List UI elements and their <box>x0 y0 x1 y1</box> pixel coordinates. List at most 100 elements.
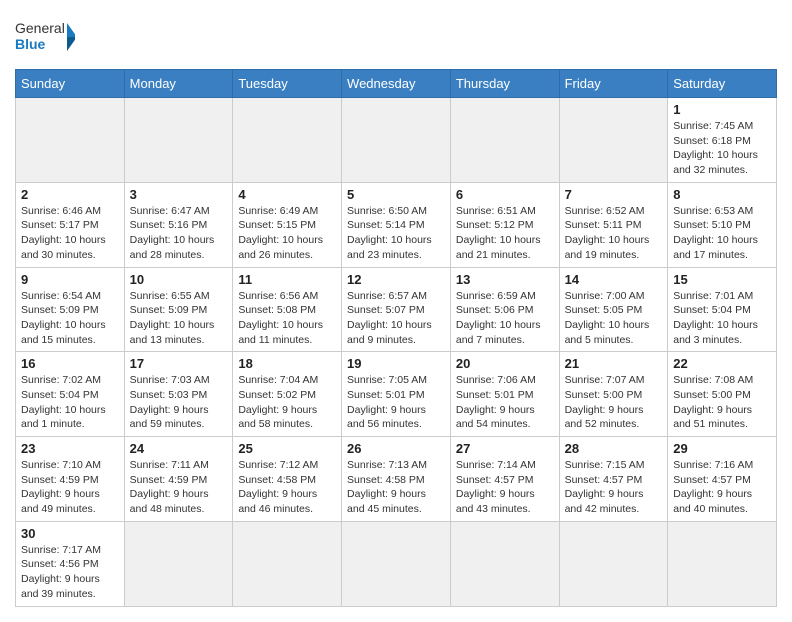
day-info: Sunrise: 6:59 AM Sunset: 5:06 PM Dayligh… <box>456 289 554 348</box>
svg-text:Blue: Blue <box>15 36 46 52</box>
day-info: Sunrise: 6:52 AM Sunset: 5:11 PM Dayligh… <box>565 204 663 263</box>
day-number: 13 <box>456 272 554 287</box>
calendar-cell: 24Sunrise: 7:11 AM Sunset: 4:59 PM Dayli… <box>124 437 233 522</box>
day-info: Sunrise: 7:08 AM Sunset: 5:00 PM Dayligh… <box>673 373 771 432</box>
calendar-cell: 5 Sunrise: 6:50 AM Sunset: 5:14 PM Daylig… <box>342 182 451 267</box>
calendar-cell: 14Sunrise: 7:00 AM Sunset: 5:05 PM Dayli… <box>559 267 668 352</box>
day-number: 12 <box>347 272 445 287</box>
calendar-cell: 29 Sunrise: 7:16 AM Sunset: 4:57 PM Dayli… <box>668 437 777 522</box>
day-info: Sunrise: 7:01 AM Sunset: 5:04 PM Dayligh… <box>673 289 771 348</box>
day-number: 15 <box>673 272 771 287</box>
day-number: 10 <box>130 272 228 287</box>
calendar-cell <box>233 98 342 183</box>
calendar-cell: 12 Sunrise: 6:57 AM Sunset: 5:07 PM Dayli… <box>342 267 451 352</box>
day-number: 22 <box>673 356 771 371</box>
day-number: 16 <box>21 356 119 371</box>
day-info: Sunrise: 7:00 AM Sunset: 5:05 PM Dayligh… <box>565 289 663 348</box>
calendar-cell: 3 Sunrise: 6:47 AM Sunset: 5:16 PM Daylig… <box>124 182 233 267</box>
calendar-cell: 1 Sunrise: 7:45 AM Sunset: 6:18 PM Daylig… <box>668 98 777 183</box>
day-info: Sunrise: 7:15 AM Sunset: 4:57 PM Dayligh… <box>565 458 663 517</box>
day-number: 1 <box>673 102 771 117</box>
calendar-cell: 22 Sunrise: 7:08 AM Sunset: 5:00 PM Dayli… <box>668 352 777 437</box>
day-info: Sunrise: 6:55 AM Sunset: 5:09 PM Dayligh… <box>130 289 228 348</box>
week-row-4: 16Sunrise: 7:02 AM Sunset: 5:04 PM Dayli… <box>16 352 777 437</box>
calendar-cell: 28 Sunrise: 7:15 AM Sunset: 4:57 PM Dayli… <box>559 437 668 522</box>
day-number: 5 <box>347 187 445 202</box>
calendar: SundayMondayTuesdayWednesdayThursdayFrid… <box>15 69 777 607</box>
day-info: Sunrise: 7:12 AM Sunset: 4:58 PM Dayligh… <box>238 458 336 517</box>
calendar-cell: 20Sunrise: 7:06 AM Sunset: 5:01 PM Dayli… <box>450 352 559 437</box>
header: General Blue <box>15 15 777 59</box>
day-info: Sunrise: 6:50 AM Sunset: 5:14 PM Dayligh… <box>347 204 445 263</box>
day-number: 28 <box>565 441 663 456</box>
day-info: Sunrise: 7:45 AM Sunset: 6:18 PM Dayligh… <box>673 119 771 178</box>
day-number: 23 <box>21 441 119 456</box>
weekday-header-monday: Monday <box>124 70 233 98</box>
calendar-cell: 30Sunrise: 7:17 AM Sunset: 4:56 PM Dayli… <box>16 521 125 606</box>
day-number: 29 <box>673 441 771 456</box>
day-number: 6 <box>456 187 554 202</box>
day-info: Sunrise: 6:54 AM Sunset: 5:09 PM Dayligh… <box>21 289 119 348</box>
day-info: Sunrise: 6:47 AM Sunset: 5:16 PM Dayligh… <box>130 204 228 263</box>
calendar-cell: 23 Sunrise: 7:10 AM Sunset: 4:59 PM Dayli… <box>16 437 125 522</box>
calendar-cell: 4 Sunrise: 6:49 AM Sunset: 5:15 PM Daylig… <box>233 182 342 267</box>
day-number: 17 <box>130 356 228 371</box>
day-number: 11 <box>238 272 336 287</box>
day-info: Sunrise: 7:10 AM Sunset: 4:59 PM Dayligh… <box>21 458 119 517</box>
calendar-cell: 19Sunrise: 7:05 AM Sunset: 5:01 PM Dayli… <box>342 352 451 437</box>
weekday-header-wednesday: Wednesday <box>342 70 451 98</box>
day-number: 25 <box>238 441 336 456</box>
day-number: 21 <box>565 356 663 371</box>
weekday-header-tuesday: Tuesday <box>233 70 342 98</box>
calendar-cell <box>342 521 451 606</box>
calendar-cell: 6 Sunrise: 6:51 AM Sunset: 5:12 PM Daylig… <box>450 182 559 267</box>
week-row-2: 2Sunrise: 6:46 AM Sunset: 5:17 PM Daylig… <box>16 182 777 267</box>
day-number: 18 <box>238 356 336 371</box>
day-number: 4 <box>238 187 336 202</box>
day-info: Sunrise: 6:56 AM Sunset: 5:08 PM Dayligh… <box>238 289 336 348</box>
day-number: 9 <box>21 272 119 287</box>
calendar-cell: 27Sunrise: 7:14 AM Sunset: 4:57 PM Dayli… <box>450 437 559 522</box>
weekday-header-row: SundayMondayTuesdayWednesdayThursdayFrid… <box>16 70 777 98</box>
day-info: Sunrise: 7:17 AM Sunset: 4:56 PM Dayligh… <box>21 543 119 602</box>
day-info: Sunrise: 6:57 AM Sunset: 5:07 PM Dayligh… <box>347 289 445 348</box>
day-number: 8 <box>673 187 771 202</box>
calendar-cell: 11 Sunrise: 6:56 AM Sunset: 5:08 PM Dayli… <box>233 267 342 352</box>
day-info: Sunrise: 6:51 AM Sunset: 5:12 PM Dayligh… <box>456 204 554 263</box>
calendar-cell <box>450 98 559 183</box>
day-number: 7 <box>565 187 663 202</box>
calendar-cell: 15 Sunrise: 7:01 AM Sunset: 5:04 PM Dayli… <box>668 267 777 352</box>
logo-svg: General Blue <box>15 15 75 59</box>
calendar-cell <box>559 98 668 183</box>
day-info: Sunrise: 6:49 AM Sunset: 5:15 PM Dayligh… <box>238 204 336 263</box>
calendar-cell <box>668 521 777 606</box>
weekday-header-thursday: Thursday <box>450 70 559 98</box>
week-row-3: 9 Sunrise: 6:54 AM Sunset: 5:09 PM Daylig… <box>16 267 777 352</box>
calendar-cell: 18 Sunrise: 7:04 AM Sunset: 5:02 PM Dayli… <box>233 352 342 437</box>
calendar-cell <box>124 98 233 183</box>
calendar-cell: 8 Sunrise: 6:53 AM Sunset: 5:10 PM Daylig… <box>668 182 777 267</box>
day-number: 20 <box>456 356 554 371</box>
calendar-cell: 17Sunrise: 7:03 AM Sunset: 5:03 PM Dayli… <box>124 352 233 437</box>
day-number: 27 <box>456 441 554 456</box>
calendar-cell <box>233 521 342 606</box>
calendar-cell <box>559 521 668 606</box>
weekday-header-sunday: Sunday <box>16 70 125 98</box>
day-info: Sunrise: 6:53 AM Sunset: 5:10 PM Dayligh… <box>673 204 771 263</box>
calendar-cell: 16Sunrise: 7:02 AM Sunset: 5:04 PM Dayli… <box>16 352 125 437</box>
weekday-header-saturday: Saturday <box>668 70 777 98</box>
calendar-cell: 9 Sunrise: 6:54 AM Sunset: 5:09 PM Daylig… <box>16 267 125 352</box>
day-number: 2 <box>21 187 119 202</box>
week-row-5: 23 Sunrise: 7:10 AM Sunset: 4:59 PM Dayli… <box>16 437 777 522</box>
calendar-cell: 13 Sunrise: 6:59 AM Sunset: 5:06 PM Dayli… <box>450 267 559 352</box>
weekday-header-friday: Friday <box>559 70 668 98</box>
calendar-cell: 26Sunrise: 7:13 AM Sunset: 4:58 PM Dayli… <box>342 437 451 522</box>
calendar-cell: 10 Sunrise: 6:55 AM Sunset: 5:09 PM Dayli… <box>124 267 233 352</box>
calendar-cell: 21Sunrise: 7:07 AM Sunset: 5:00 PM Dayli… <box>559 352 668 437</box>
day-number: 24 <box>130 441 228 456</box>
day-info: Sunrise: 7:05 AM Sunset: 5:01 PM Dayligh… <box>347 373 445 432</box>
day-number: 3 <box>130 187 228 202</box>
day-info: Sunrise: 7:16 AM Sunset: 4:57 PM Dayligh… <box>673 458 771 517</box>
logo: General Blue <box>15 15 75 59</box>
day-info: Sunrise: 7:04 AM Sunset: 5:02 PM Dayligh… <box>238 373 336 432</box>
